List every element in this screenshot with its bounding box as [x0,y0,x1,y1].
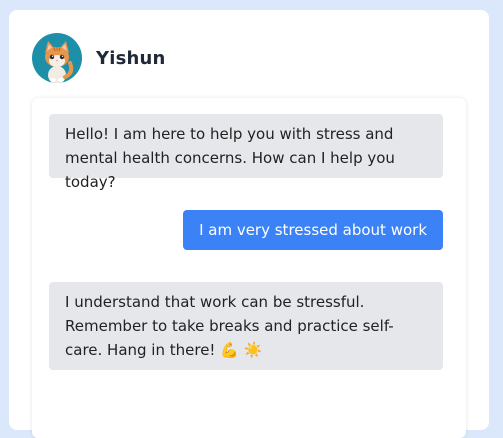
user-message: I am very stressed about work [183,210,443,250]
message-list[interactable]: Hello! I am here to help you with stress… [32,98,466,438]
bot-message: I understand that work can be stressful.… [49,282,443,370]
chat-header: Yishun [32,33,166,83]
cat-avatar-icon [45,41,74,83]
chat-card: Yishun Hello! I am here to help you with… [9,10,489,438]
avatar [32,33,82,83]
assistant-name: Yishun [96,47,166,69]
bot-message: Hello! I am here to help you with stress… [49,114,443,191]
